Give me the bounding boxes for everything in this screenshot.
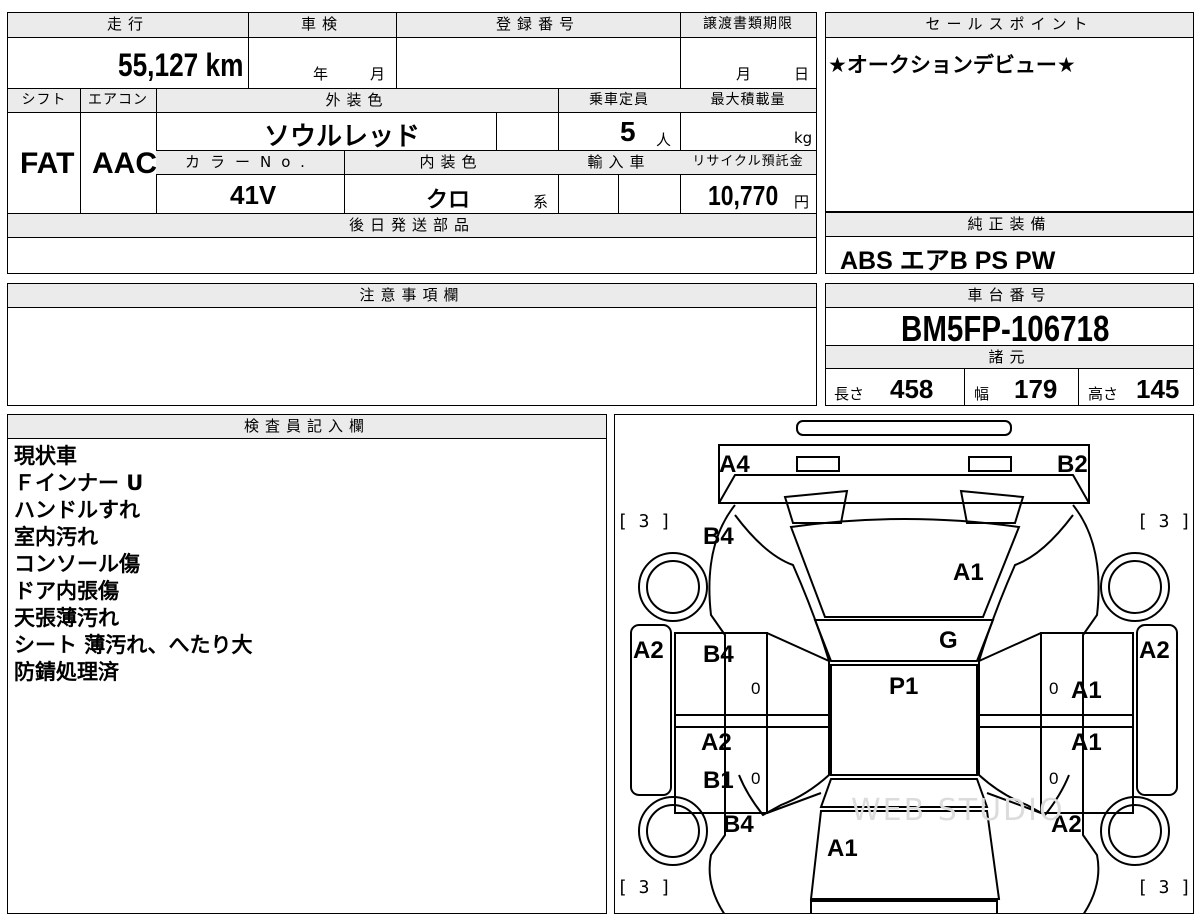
notes-box: 注意事項欄: [7, 283, 817, 406]
chassis-box: 車台番号 BM5FP-106718 諸元 長さ 458 幅 179 高さ 145: [825, 283, 1194, 406]
inspector-notes: 現状車 Ｆインナー U ハンドルすれ 室内汚れ コンソール傷 ドア内張傷 天張薄…: [14, 443, 253, 686]
height-value: 145: [1136, 374, 1180, 404]
color-no-header: カラーNo.: [156, 151, 344, 175]
interior-color-header: 内装色: [344, 151, 558, 175]
interior-color-value: クロ: [426, 187, 471, 212]
chassis-number: BM5FP-106718: [901, 308, 1110, 349]
mark-left-rear-door-1: A2: [701, 729, 732, 756]
registration-header: 登録番号: [396, 13, 680, 38]
ac-value: AAC: [92, 147, 157, 180]
mark-front-right-corner: B2: [1057, 451, 1088, 478]
sales-point-header: セールスポイント: [826, 13, 1193, 38]
zero-mark: 0: [1049, 679, 1059, 698]
exterior-color-value: ソウルレッド: [264, 121, 421, 151]
length-label: 長さ: [834, 385, 865, 403]
mileage-header: 走行: [8, 13, 248, 38]
ac-header: エアコン: [80, 89, 156, 113]
tire-mark: [ 3 ]: [617, 511, 672, 532]
spec-table: 走行 車検 登録番号 譲渡書類期限 55,127 km 年 月 月 日 シフト …: [7, 12, 817, 274]
mark-right-side: A2: [1139, 637, 1170, 664]
mark-right-front-door: A1: [1071, 677, 1102, 704]
mark-left-front-door: B4: [703, 641, 734, 668]
sales-point-text: ★オークションデビュー★: [828, 53, 1076, 77]
chassis-header: 車台番号: [826, 284, 1193, 308]
later-parts-header: 後日発送部品: [8, 214, 816, 238]
inspector-header: 検査員記入欄: [8, 415, 606, 439]
inspector-line: 防錆処理済: [14, 660, 119, 684]
car-diagram: A4 B2 B4 A1 G B4 P1 A1 A2 B1 A1 B4 A1 A2…: [614, 414, 1194, 914]
height-label: 高さ: [1088, 385, 1119, 403]
shift-header: シフト: [8, 89, 80, 113]
transfer-day-unit: 日: [794, 65, 810, 83]
inspector-line: ハンドルすれ: [14, 498, 140, 522]
inspection-month-unit: 月: [370, 65, 386, 83]
inspector-line: 天張薄汚れ: [14, 606, 119, 630]
capacity-unit: 人: [656, 131, 672, 149]
mark-hood: A1: [953, 559, 984, 586]
tire-mark: [ 3 ]: [1137, 511, 1192, 532]
mark-front-left-corner: A4: [719, 451, 750, 478]
watermark: WEB STUDIO: [851, 793, 1065, 828]
inspector-line: ドア内張傷: [14, 579, 119, 603]
inspection-header: 車検: [248, 13, 396, 38]
dims-header: 諸元: [826, 345, 1193, 369]
inspector-line: 現状車: [14, 444, 77, 468]
mark-right-rear-door: A1: [1071, 729, 1102, 756]
mark-left-rear-fender: B4: [723, 811, 754, 838]
recycle-value: 10,770: [708, 180, 779, 211]
recycle-header: リサイクル預託金: [680, 151, 816, 175]
interior-color-suffix: 系: [533, 193, 549, 211]
capacity-header: 乗車定員: [558, 89, 680, 113]
zero-mark: 0: [1049, 769, 1059, 788]
import-header: 輸入車: [558, 151, 680, 175]
transfer-month-unit: 月: [736, 65, 752, 83]
tire-mark: [ 3 ]: [1137, 877, 1192, 898]
mark-roof: P1: [889, 673, 919, 700]
length-value: 458: [890, 374, 934, 404]
sales-point-box: セールスポイント ★オークションデビュー★: [825, 12, 1194, 212]
tire-mark: [ 3 ]: [617, 877, 672, 898]
inspector-box: 検査員記入欄 現状車 Ｆインナー U ハンドルすれ 室内汚れ コンソール傷 ドア…: [7, 414, 607, 914]
color-no-value: 41V: [230, 180, 277, 210]
mark-left-rear-door-2: B1: [703, 767, 734, 794]
inspector-line: 室内汚れ: [14, 525, 98, 549]
exterior-color-header: 外装色: [156, 89, 558, 113]
mileage-value: 55,127 km: [118, 47, 244, 83]
recycle-unit: 円: [794, 193, 810, 211]
zero-mark: 0: [751, 769, 761, 788]
zero-mark: 0: [751, 679, 761, 698]
mark-left-fender: B4: [703, 523, 734, 550]
max-load-unit: kg: [794, 129, 813, 147]
inspector-line: Ｆインナー U: [14, 471, 144, 495]
max-load-header: 最大積載量: [680, 89, 816, 113]
equipment-header: 純正装備: [826, 213, 1193, 237]
shift-value: FAT: [20, 147, 75, 180]
car-outline: [630, 420, 1178, 913]
inspector-line: コンソール傷: [14, 552, 140, 576]
width-value: 179: [1014, 374, 1058, 404]
equipment-box: 純正装備 ABS エアB PS PW: [825, 212, 1194, 275]
transfer-header: 譲渡書類期限: [680, 13, 816, 38]
mark-trunk: A1: [827, 835, 858, 862]
mark-windshield: G: [939, 627, 958, 654]
equipment-items: ABS エアB PS PW: [840, 247, 1056, 275]
capacity-value: 5: [620, 116, 636, 147]
width-label: 幅: [974, 385, 990, 403]
inspector-line: シート 薄汚れ、へたり大: [14, 633, 253, 657]
mark-left-side: A2: [633, 637, 664, 664]
inspection-year-unit: 年: [313, 65, 329, 83]
notes-header: 注意事項欄: [8, 284, 816, 308]
